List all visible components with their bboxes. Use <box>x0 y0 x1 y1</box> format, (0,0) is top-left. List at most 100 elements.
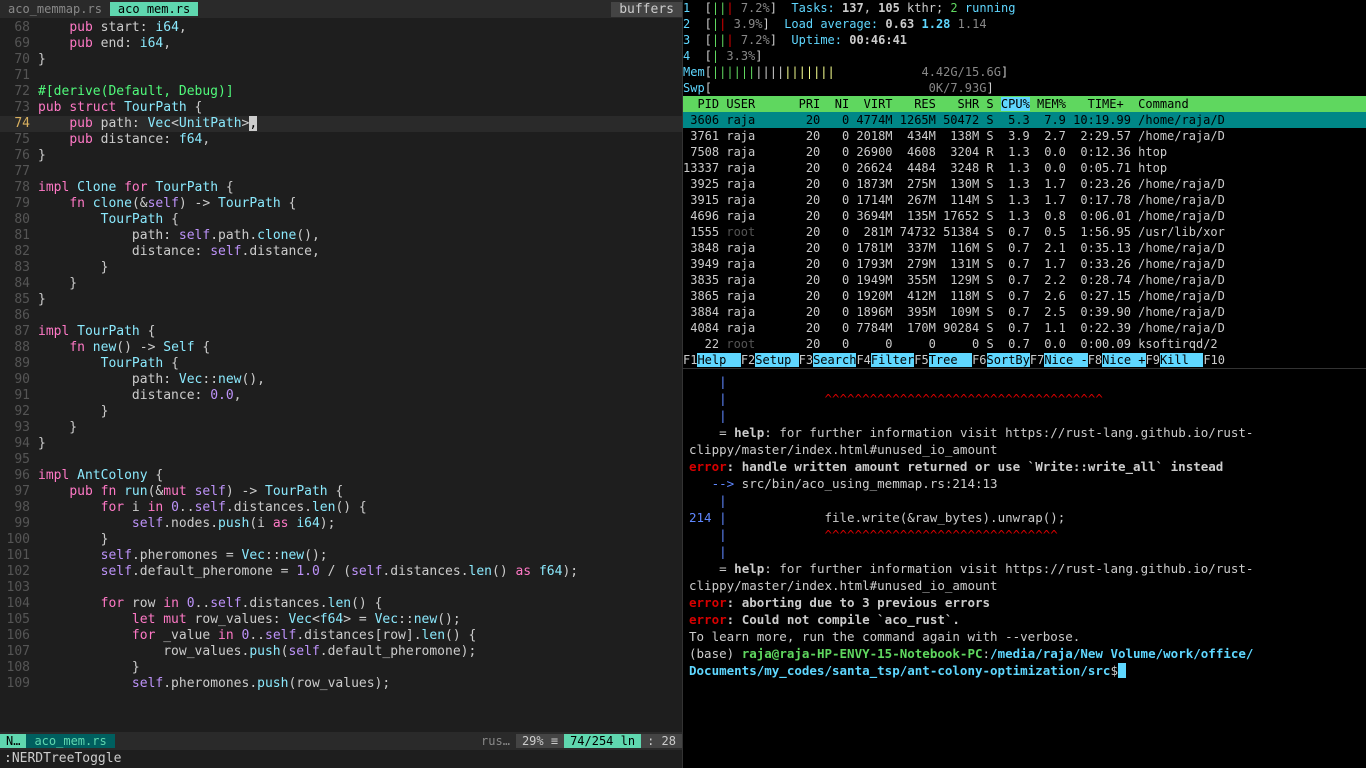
code-line[interactable]: 90 path: Vec::new(), <box>0 372 682 388</box>
code-content: pub start: i64, <box>38 20 682 36</box>
code-line[interactable]: 76} <box>0 148 682 164</box>
code-line[interactable]: 77 <box>0 164 682 180</box>
code-content: } <box>38 292 682 308</box>
htop-panel[interactable]: 1 [||| 7.2%] Tasks: 137, 105 kthr; 2 run… <box>683 0 1366 368</box>
code-line[interactable]: 89 TourPath { <box>0 356 682 372</box>
code-line[interactable]: 68 pub start: i64, <box>0 20 682 36</box>
process-row[interactable]: 1555 root 20 0 281M 74732 51384 S 0.7 0.… <box>683 224 1366 240</box>
line-number: 71 <box>0 68 38 84</box>
code-line[interactable]: 85} <box>0 292 682 308</box>
code-content: distance: 0.0, <box>38 388 682 404</box>
code-line[interactable]: 92 } <box>0 404 682 420</box>
code-line[interactable]: 97 pub fn run(&mut self) -> TourPath { <box>0 484 682 500</box>
htop-fkeys[interactable]: F1Help F2Setup F3SearchF4FilterF5Tree F6… <box>683 352 1366 368</box>
code-content <box>38 164 682 180</box>
code-line[interactable]: 91 distance: 0.0, <box>0 388 682 404</box>
code-content: } <box>38 276 682 292</box>
process-row[interactable]: 3606 raja 20 0 4774M 1265M 50472 S 5.3 7… <box>683 112 1366 128</box>
code-line[interactable]: 98 for i in 0..self.distances.len() { <box>0 500 682 516</box>
code-line[interactable]: 94} <box>0 436 682 452</box>
process-row[interactable]: 4696 raja 20 0 3694M 135M 17652 S 1.3 0.… <box>683 208 1366 224</box>
code-line[interactable]: 72#[derive(Default, Debug)] <box>0 84 682 100</box>
code-line[interactable]: 82 distance: self.distance, <box>0 244 682 260</box>
code-line[interactable]: 101 self.pheromones = Vec::new(); <box>0 548 682 564</box>
line-number: 84 <box>0 276 38 292</box>
code-line[interactable]: 71 <box>0 68 682 84</box>
process-row[interactable]: 3835 raja 20 0 1949M 355M 129M S 0.7 2.2… <box>683 272 1366 288</box>
line-number: 77 <box>0 164 38 180</box>
vim-cmdline[interactable]: :NERDTreeToggle <box>0 750 682 768</box>
process-row[interactable]: 13337 raja 20 0 26624 4484 3248 R 1.3 0.… <box>683 160 1366 176</box>
line-number: 78 <box>0 180 38 196</box>
process-row[interactable]: 3761 raja 20 0 2018M 434M 138M S 3.9 2.7… <box>683 128 1366 144</box>
code-line[interactable]: 95 <box>0 452 682 468</box>
process-row[interactable]: 3848 raja 20 0 1781M 337M 116M S 0.7 2.1… <box>683 240 1366 256</box>
terminal-line: = help: for further information visit ht… <box>689 424 1360 458</box>
htop-header[interactable]: PID USER PRI NI VIRT RES SHR S CPU% MEM%… <box>683 96 1366 112</box>
line-number: 98 <box>0 500 38 516</box>
line-number: 103 <box>0 580 38 596</box>
code-content: } <box>38 404 682 420</box>
code-line[interactable]: 96impl AntColony { <box>0 468 682 484</box>
code-line[interactable]: 73pub struct TourPath { <box>0 100 682 116</box>
code-content: impl AntColony { <box>38 468 682 484</box>
code-content: fn clone(&self) -> TourPath { <box>38 196 682 212</box>
code-line[interactable]: 88 fn new() -> Self { <box>0 340 682 356</box>
code-line[interactable]: 78impl Clone for TourPath { <box>0 180 682 196</box>
code-line[interactable]: 106 for _value in 0..self.distances[row]… <box>0 628 682 644</box>
process-row[interactable]: 3865 raja 20 0 1920M 412M 118M S 0.7 2.6… <box>683 288 1366 304</box>
code-line[interactable]: 87impl TourPath { <box>0 324 682 340</box>
code-editor[interactable]: 68 pub start: i64,69 pub end: i64,70}717… <box>0 18 682 732</box>
editor-tab[interactable]: aco_memmap.rs <box>0 2 110 16</box>
process-row[interactable]: 3884 raja 20 0 1896M 395M 109M S 0.7 2.5… <box>683 304 1366 320</box>
code-line[interactable]: 69 pub end: i64, <box>0 36 682 52</box>
code-line[interactable]: 102 self.default_pheromone = 1.0 / (self… <box>0 564 682 580</box>
code-content: impl TourPath { <box>38 324 682 340</box>
code-content: path: Vec::new(), <box>38 372 682 388</box>
code-line[interactable]: 109 self.pheromones.push(row_values); <box>0 676 682 692</box>
line-number: 89 <box>0 356 38 372</box>
line-number: 94 <box>0 436 38 452</box>
line-number: 70 <box>0 52 38 68</box>
process-row[interactable]: 22 root 20 0 0 0 0 S 0.7 0.0 0:00.09 kso… <box>683 336 1366 352</box>
terminal-panel[interactable]: | | ^^^^^^^^^^^^^^^^^^^^^^^^^^^^^^^^^^^^… <box>683 368 1366 768</box>
process-row[interactable]: 3925 raja 20 0 1873M 275M 130M S 1.3 1.7… <box>683 176 1366 192</box>
code-content: pub distance: f64, <box>38 132 682 148</box>
code-content: let mut row_values: Vec<f64> = Vec::new(… <box>38 612 682 628</box>
code-line[interactable]: 99 self.nodes.push(i as i64); <box>0 516 682 532</box>
code-line[interactable]: 84 } <box>0 276 682 292</box>
code-line[interactable]: 93 } <box>0 420 682 436</box>
process-row[interactable]: 3949 raja 20 0 1793M 279M 131M S 0.7 1.7… <box>683 256 1366 272</box>
code-line[interactable]: 83 } <box>0 260 682 276</box>
code-line[interactable]: 105 let mut row_values: Vec<f64> = Vec::… <box>0 612 682 628</box>
code-line[interactable]: 103 <box>0 580 682 596</box>
terminal-line: Documents/my_codes/santa_tsp/ant-colony-… <box>689 662 1360 679</box>
code-line[interactable]: 100 } <box>0 532 682 548</box>
line-number: 68 <box>0 20 38 36</box>
editor-tab[interactable]: aco mem.rs <box>110 2 198 16</box>
code-line[interactable]: 104 for row in 0..self.distances.len() { <box>0 596 682 612</box>
code-content: for row in 0..self.distances.len() { <box>38 596 682 612</box>
code-line[interactable]: 74 pub path: Vec<UnitPath>, <box>0 116 682 132</box>
code-content: for _value in 0..self.distances[row].len… <box>38 628 682 644</box>
terminal-line: | <box>689 492 1360 509</box>
line-number: 85 <box>0 292 38 308</box>
code-line[interactable]: 107 row_values.push(self.default_pheromo… <box>0 644 682 660</box>
buffers-label[interactable]: buffers <box>611 2 682 17</box>
process-row[interactable]: 4084 raja 20 0 7784M 170M 90284 S 0.7 1.… <box>683 320 1366 336</box>
editor-pane: aco_memmap.rs aco mem.rs buffers 68 pub … <box>0 0 683 768</box>
code-line[interactable]: 79 fn clone(&self) -> TourPath { <box>0 196 682 212</box>
code-content: } <box>38 420 682 436</box>
process-row[interactable]: 7508 raja 20 0 26900 4608 3204 R 1.3 0.0… <box>683 144 1366 160</box>
code-line[interactable]: 75 pub distance: f64, <box>0 132 682 148</box>
code-line[interactable]: 86 <box>0 308 682 324</box>
code-content: } <box>38 436 682 452</box>
code-content: impl Clone for TourPath { <box>38 180 682 196</box>
code-line[interactable]: 70} <box>0 52 682 68</box>
line-number: 90 <box>0 372 38 388</box>
code-line[interactable]: 80 TourPath { <box>0 212 682 228</box>
code-line[interactable]: 108 } <box>0 660 682 676</box>
line-number: 74 <box>0 116 38 132</box>
code-line[interactable]: 81 path: self.path.clone(), <box>0 228 682 244</box>
process-row[interactable]: 3915 raja 20 0 1714M 267M 114M S 1.3 1.7… <box>683 192 1366 208</box>
